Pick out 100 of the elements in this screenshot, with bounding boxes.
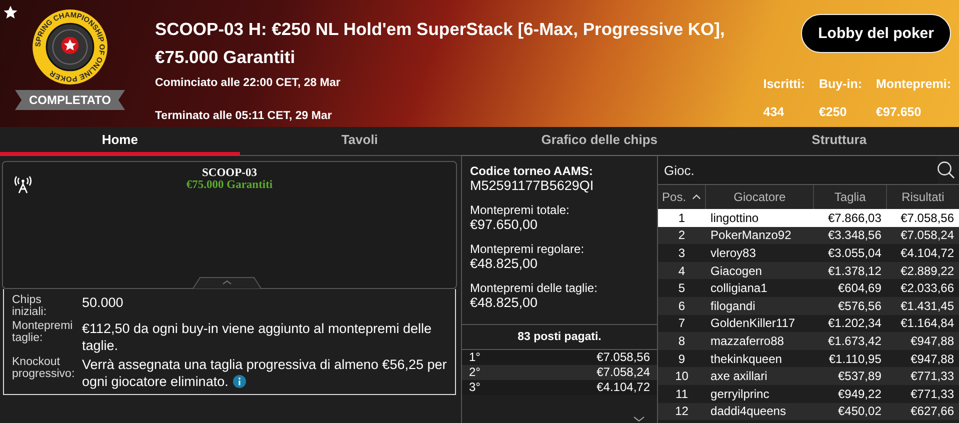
search-icon[interactable] xyxy=(937,161,955,179)
table-cell: 12 xyxy=(658,402,706,420)
player-row[interactable]: 3 vleroy83 €3.055,04 €4.104,72 xyxy=(658,244,959,262)
tournament-guarantee: €75.000 Garantiti xyxy=(155,46,296,69)
end-time: Terminato alle 05:11 CET, 29 Mar xyxy=(155,110,333,122)
table-cell: lingottino xyxy=(706,209,814,227)
column-header[interactable]: Giocatore xyxy=(706,185,814,209)
table-cell: €771,33 xyxy=(886,367,959,385)
player-row[interactable]: 4 Giacogen €1.378,12 €2.889,22 xyxy=(658,262,959,280)
table-cell: 11 xyxy=(658,384,706,403)
table-cell: €7.058,56 xyxy=(886,209,959,227)
table-cell: €7.058,24 xyxy=(886,226,959,244)
player-row[interactable]: 1 lingottino €7.866,03 €7.058,56 xyxy=(658,209,959,227)
table-cell: €1.110,95 xyxy=(814,350,886,368)
tab[interactable]: Tavoli xyxy=(240,127,480,155)
summary-label: Montepremi regolare: xyxy=(470,242,586,256)
table-cell: €947,88 xyxy=(886,350,959,368)
summary-value: €48.825,00 xyxy=(470,295,539,310)
table-cell: €2.889,22 xyxy=(886,262,959,280)
summary-label: Montepremi totale: xyxy=(470,203,570,217)
lobby-button[interactable]: Lobby del poker xyxy=(801,14,951,53)
table-cell: daddi4queens xyxy=(706,402,814,420)
chevron-down-icon[interactable] xyxy=(633,416,645,422)
player-row[interactable]: 7 GoldenKiller117 €1.202,34 €1.164,84 xyxy=(658,314,959,332)
payout-place: 3° xyxy=(469,380,480,395)
table-cell: Giacogen xyxy=(706,262,814,280)
table-cell: 1 xyxy=(658,209,706,227)
table-cell: €1.202,34 xyxy=(814,314,886,332)
tournament-title: SCOOP-03 H: €250 NL Hold'em SuperStack [6-Max, Progressive KO], xyxy=(155,18,726,41)
detail-value: €112,50 da ogni buy-in viene aggiunto al montepremi delle taglie. xyxy=(82,320,432,354)
table-cell: 7 xyxy=(658,314,706,332)
detail-value: 50.000 xyxy=(82,294,124,312)
summary-value: €48.825,00 xyxy=(470,256,539,271)
table-cell: €1.673,42 xyxy=(814,332,886,350)
detail-label: Montepremi taglie: xyxy=(12,320,74,346)
table-cell: €1.431,45 xyxy=(886,296,959,315)
stat-value: 434 xyxy=(763,105,786,119)
info-icon[interactable] xyxy=(233,375,246,388)
player-row[interactable]: 5 colligiana1 €604,69 €2.033,66 xyxy=(658,279,959,297)
banner-title: SCOOP-03 xyxy=(202,167,257,179)
payout-amount: €4.104,72 xyxy=(596,380,650,395)
column-header[interactable]: Pos. xyxy=(658,185,706,209)
table-cell: vleroy83 xyxy=(706,244,814,262)
player-row[interactable]: 10 axe axillari €537,89 €771,33 xyxy=(658,367,959,385)
table-cell: 2 xyxy=(658,226,706,244)
detail-label: Knockout progressivo: xyxy=(12,356,76,382)
table-cell: gerryilprinc xyxy=(706,384,814,403)
player-row[interactable]: 2 PokerManzo92 €3.348,56 €7.058,24 xyxy=(658,226,959,244)
table-cell: GoldenKiller117 xyxy=(706,314,814,332)
stat-label: Iscritti: xyxy=(763,77,805,91)
table-cell: €450,02 xyxy=(814,402,886,420)
detail-value: Verrà assegnata una taglia progressiva di almeno €56,25 per ogni giocatore eliminato. xyxy=(82,356,447,390)
sort-up-icon xyxy=(692,194,702,200)
table-cell: thekinkqueen xyxy=(706,350,814,368)
payout-place: 1° xyxy=(469,350,480,365)
stat-value: €97.650 xyxy=(876,105,922,119)
table-cell: 6 xyxy=(658,296,706,315)
antenna-icon xyxy=(13,175,33,195)
player-row[interactable]: 6 filogandi €576,56 €1.431,45 xyxy=(658,296,959,315)
summary-value: €97.650,00 xyxy=(470,217,539,232)
player-row[interactable]: 12 daddi4queens €450,02 €627,66 xyxy=(658,402,959,420)
table-cell: 4 xyxy=(658,262,706,280)
tab[interactable]: Grafico delle chips xyxy=(480,127,720,155)
tab[interactable]: Struttura xyxy=(719,127,959,155)
summary-label: Montepremi delle taglie: xyxy=(470,281,598,295)
table-cell: 5 xyxy=(658,279,706,297)
table-cell: €771,33 xyxy=(886,384,959,403)
player-row[interactable]: 11 gerryilprinc €949,22 €771,33 xyxy=(658,384,959,403)
table-cell: 3 xyxy=(658,244,706,262)
tab[interactable]: Home xyxy=(0,127,240,155)
table-cell: €947,88 xyxy=(886,332,959,350)
stat-label: Montepremi: xyxy=(876,77,951,91)
status-ribbon: COMPLETATO xyxy=(15,90,125,110)
table-cell: €604,69 xyxy=(814,279,886,297)
summary-label: Codice torneo AAMS: xyxy=(470,164,594,178)
table-cell: 9 xyxy=(658,350,706,368)
payout-amount: €7.058,24 xyxy=(596,365,650,380)
star-icon[interactable] xyxy=(3,5,18,20)
table-cell: €1.164,84 xyxy=(886,314,959,332)
column-header[interactable]: Risultati xyxy=(886,185,959,209)
table-cell: €4.104,72 xyxy=(886,244,959,262)
column-header[interactable]: Taglia xyxy=(814,185,886,209)
table-cell: €3.348,56 xyxy=(814,226,886,244)
table-cell: €537,89 xyxy=(814,367,886,385)
table-cell: €627,66 xyxy=(886,402,959,420)
player-row[interactable]: 8 mazzaferro88 €1.673,42 €947,88 xyxy=(658,332,959,350)
stat-label: Buy-in: xyxy=(818,77,862,91)
payout-amount: €7.058,56 xyxy=(596,350,650,365)
banner-subtitle: €75.000 Garantiti xyxy=(186,179,273,191)
detail-label: Chips iniziali: xyxy=(12,294,48,318)
summary-value: M52591177B5629QI xyxy=(470,178,595,193)
table-cell: €1.378,12 xyxy=(814,262,886,280)
start-time: Cominciato alle 22:00 CET, 28 Mar xyxy=(155,77,342,89)
table-cell: mazzaferro88 xyxy=(706,332,814,350)
table-cell: filogandi xyxy=(706,296,814,315)
table-cell: €949,22 xyxy=(814,384,886,403)
player-row[interactable]: 9 thekinkqueen €1.110,95 €947,88 xyxy=(658,350,959,368)
stat-value: €250 xyxy=(818,105,848,119)
table-cell: €3.055,04 xyxy=(814,244,886,262)
table-cell: €2.033,66 xyxy=(886,279,959,297)
